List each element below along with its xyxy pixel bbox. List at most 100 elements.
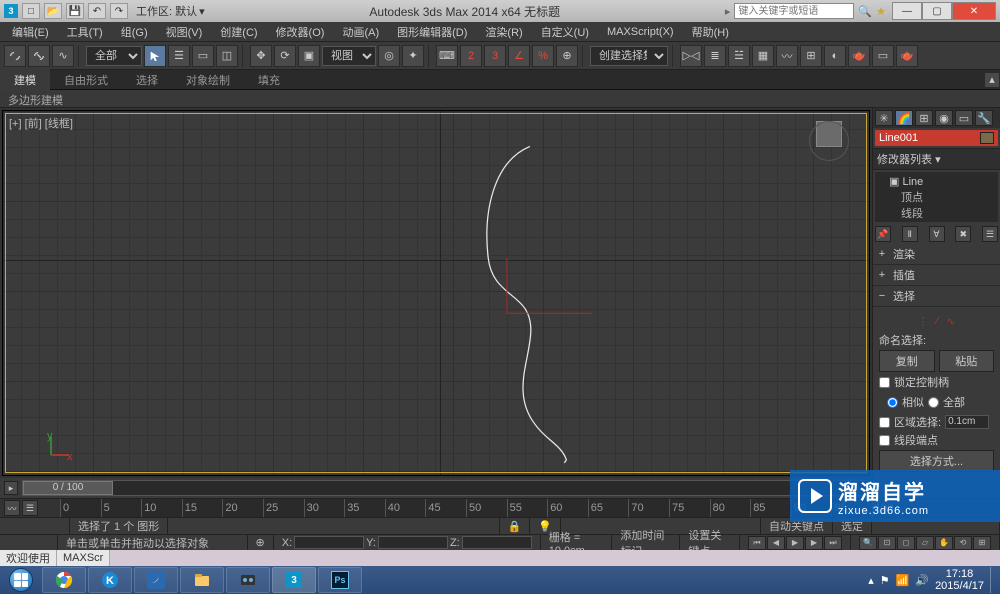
snap-angle-icon[interactable]: ∠ — [508, 45, 530, 67]
favorite-icon[interactable]: ★ — [876, 5, 886, 18]
ribbon-tab-modeling[interactable]: 建模 — [0, 69, 50, 91]
material-editor-icon[interactable]: ◐ — [824, 45, 846, 67]
play-icon[interactable]: ▶ — [786, 536, 804, 550]
show-desktop-button[interactable] — [990, 567, 996, 593]
maxscript-mini-listener[interactable] — [110, 550, 1000, 566]
rollout-render[interactable]: + 渲染 — [873, 244, 1000, 265]
spline-curve[interactable] — [3, 111, 869, 475]
cmd-tab-hierarchy-icon[interactable]: ⊞ — [915, 110, 933, 126]
window-crossing-icon[interactable]: ◫ — [216, 45, 238, 67]
task-bird-icon[interactable] — [134, 567, 178, 593]
area-select-checkbox[interactable]: 区域选择: 0.1cm — [879, 414, 994, 430]
tray-clock[interactable]: 17:18 2015/4/17 — [935, 568, 984, 592]
close-button[interactable]: ✕ — [952, 2, 996, 20]
stack-sub-spline[interactable]: 样条线 — [877, 221, 996, 222]
spinner-snap-icon[interactable]: ⊕ — [556, 45, 578, 67]
area-select-spinner[interactable]: 0.1cm — [945, 415, 989, 429]
cmd-tab-modify-icon[interactable]: 🌈 — [895, 110, 913, 126]
mirror-icon[interactable]: ▷◁ — [680, 45, 702, 67]
object-name-field[interactable]: Line001 — [875, 130, 998, 146]
stack-item-line[interactable]: ▣ Line — [877, 174, 996, 189]
task-3dsmax-icon[interactable]: 3 — [272, 567, 316, 593]
menu-maxscript[interactable]: MAXScript(X) — [599, 24, 682, 40]
z-input[interactable] — [462, 536, 532, 549]
task-chrome-icon[interactable] — [42, 567, 86, 593]
lock-selection-icon[interactable]: 🔒 — [500, 518, 531, 534]
help-search-input[interactable] — [734, 3, 854, 19]
unlink-icon[interactable] — [28, 45, 50, 67]
modifier-stack[interactable]: ▣ Line 顶点 线段 样条线 — [875, 172, 998, 222]
tray-volume-icon[interactable]: 🔊 — [915, 574, 929, 587]
keymode-icon[interactable]: ⌨ — [436, 45, 458, 67]
tray-flag-icon[interactable]: ⚑ — [880, 574, 890, 587]
render-frame-icon[interactable]: ▭ — [872, 45, 894, 67]
sub-segment-icon[interactable]: ∕ — [936, 315, 938, 328]
schematic-icon[interactable]: ⊞ — [800, 45, 822, 67]
goto-end-icon[interactable]: ⏭ — [824, 536, 842, 550]
stack-sub-segment[interactable]: 线段 — [877, 205, 996, 221]
ribbon-tab-selection[interactable]: 选择 — [122, 69, 172, 91]
sub-vertex-icon[interactable]: ⋮ — [917, 315, 928, 328]
cmd-tab-create-icon[interactable]: ✳ — [875, 110, 893, 126]
rotate-icon[interactable]: ⟳ — [274, 45, 296, 67]
zoom-icon[interactable]: 🔍 — [859, 536, 877, 550]
menu-animation[interactable]: 动画(A) — [334, 22, 387, 42]
unique-icon[interactable]: ∀ — [929, 226, 945, 242]
prev-frame-icon[interactable]: ◀ — [767, 536, 785, 550]
time-ruler[interactable]: 0510152025303540455055606570758085909510… — [60, 499, 872, 517]
alike-radio[interactable]: 相似 — [887, 394, 924, 410]
qat-redo-icon[interactable]: ↷ — [110, 3, 128, 19]
stack-sub-vertex[interactable]: 顶点 — [877, 189, 996, 205]
link-icon[interactable] — [4, 45, 26, 67]
menu-group[interactable]: 组(G) — [113, 22, 156, 42]
task-explorer-icon[interactable] — [180, 567, 224, 593]
task-photoshop-icon[interactable]: Ps — [318, 567, 362, 593]
segment-end-checkbox[interactable]: 线段端点 — [879, 432, 994, 448]
setkey-button[interactable]: 设置关键点 — [680, 535, 740, 550]
cmd-tab-display-icon[interactable]: ▭ — [955, 110, 973, 126]
app-icon[interactable]: 3 — [4, 4, 18, 18]
trackbar-toggle-icon[interactable]: ☰ — [22, 500, 38, 516]
tray-up-icon[interactable]: ▴ — [868, 574, 874, 587]
select-icon[interactable] — [144, 45, 166, 67]
cmd-tab-utilities-icon[interactable]: 🔧 — [975, 110, 993, 126]
search-icon[interactable]: 🔍 — [858, 5, 872, 18]
pin-stack-icon[interactable]: 📌 — [875, 226, 891, 242]
snap-percent-icon[interactable]: % — [532, 45, 554, 67]
ribbon-tab-objectpaint[interactable]: 对象绘制 — [172, 69, 244, 91]
ribbon-collapse-icon[interactable]: ▴ — [984, 72, 1000, 88]
qat-undo-icon[interactable]: ↶ — [88, 3, 106, 19]
qat-open-icon[interactable]: 📂 — [44, 3, 62, 19]
bind-icon[interactable]: ∿ — [52, 45, 74, 67]
fov-icon[interactable]: ▱ — [916, 536, 934, 550]
qat-save-icon[interactable]: 💾 — [66, 3, 84, 19]
rollout-selection[interactable]: − 选择 — [873, 286, 1000, 307]
maximize-button[interactable]: ▢ — [922, 2, 952, 20]
paste-button[interactable]: 粘贴 — [939, 350, 995, 372]
configure-icon[interactable]: ☰ — [982, 226, 998, 242]
tray-network-icon[interactable]: 📶 — [896, 574, 910, 587]
workspace-selector[interactable]: 工作区: 默认 ▾ — [136, 3, 205, 19]
orbit-icon[interactable]: ⟲ — [954, 536, 972, 550]
menu-customize[interactable]: 自定义(U) — [533, 22, 597, 42]
refcoord-system[interactable]: 视图 — [322, 46, 376, 66]
move-icon[interactable]: ✥ — [250, 45, 272, 67]
all-radio[interactable]: 全部 — [928, 394, 965, 410]
scale-icon[interactable]: ▣ — [298, 45, 320, 67]
menu-modifiers[interactable]: 修改器(O) — [268, 22, 333, 42]
lock-handles-checkbox[interactable]: 锁定控制柄 — [879, 374, 994, 390]
select-by-button[interactable]: 选择方式... — [879, 450, 994, 472]
timeslider-expand-icon[interactable]: ▸ — [4, 481, 18, 495]
show-end-icon[interactable]: Ⅱ — [902, 226, 918, 242]
layers-icon[interactable]: ☱ — [728, 45, 750, 67]
viewport-label[interactable]: [+] [前] [线框] — [9, 115, 73, 131]
snap-3d-icon[interactable]: 3 — [484, 45, 506, 67]
time-slider-thumb[interactable]: 0 / 100 — [23, 481, 113, 495]
zoom-extents-icon[interactable]: ◻ — [897, 536, 915, 550]
manipulate-icon[interactable]: ✦ — [402, 45, 424, 67]
selection-filter[interactable]: 全部 — [86, 46, 142, 66]
menu-create[interactable]: 创建(C) — [212, 22, 265, 42]
goto-start-icon[interactable]: ⏮ — [748, 536, 766, 550]
menu-views[interactable]: 视图(V) — [158, 22, 211, 42]
start-button[interactable] — [2, 567, 40, 593]
